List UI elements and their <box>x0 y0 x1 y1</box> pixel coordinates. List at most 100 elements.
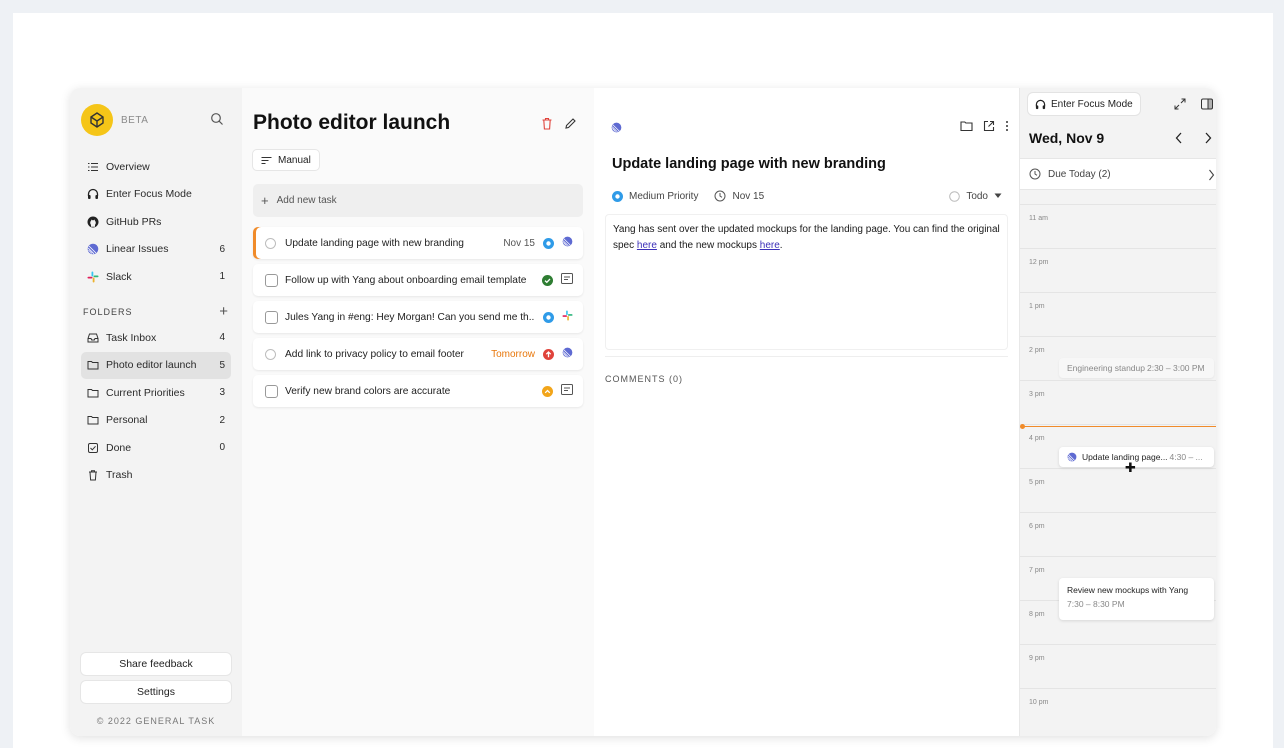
chevron-left-icon[interactable] <box>1175 131 1183 149</box>
hour-slot[interactable]: 10 pm <box>1020 688 1216 732</box>
due-today-button[interactable]: Due Today (2) <box>1020 158 1216 190</box>
task-title: Verify new brand colors are accurate <box>285 385 451 397</box>
hour-slot[interactable]: 12 pm <box>1020 248 1216 292</box>
focus-mode-label: Enter Focus Mode <box>1051 98 1133 110</box>
calendar-date: Wed, Nov 9 <box>1029 130 1105 146</box>
more-options-icon[interactable] <box>1005 119 1009 137</box>
search-icon[interactable] <box>210 112 226 128</box>
add-folder-icon[interactable]: + <box>219 304 229 319</box>
delete-folder-icon[interactable] <box>541 117 553 135</box>
sidebar-item-slack[interactable]: Slack 1 <box>81 263 231 291</box>
current-time-indicator <box>1022 426 1216 427</box>
sidebar-item-label: Photo editor launch <box>106 359 197 372</box>
hour-label: 2 pm <box>1029 347 1045 354</box>
calendar-event-update-landing-page[interactable]: Update landing page... 4:30 – ... <box>1059 447 1214 467</box>
hour-label: 9 pm <box>1029 655 1045 662</box>
checkbox-icon <box>87 442 99 454</box>
medium-priority-icon[interactable] <box>543 311 554 323</box>
calendar-event-review-mockups[interactable]: Review new mockups with Yang 7:30 – 8:30… <box>1059 578 1214 620</box>
due-date-selector[interactable]: Nov 15 <box>714 190 764 202</box>
task-title: Jules Yang in #eng: Hey Morgan! Can you … <box>285 311 535 323</box>
comments-header: COMMENTS (0) <box>605 374 683 384</box>
event-time: 4:30 – ... <box>1169 452 1203 462</box>
sidebar: BETA Overview Enter Focus Mode GitHub PR… <box>70 88 242 736</box>
toggle-panel-icon[interactable] <box>1201 97 1213 115</box>
sort-dropdown[interactable]: Manual <box>252 149 320 171</box>
hour-slot[interactable]: 5 pm <box>1020 468 1216 512</box>
clock-icon <box>1029 168 1041 180</box>
app-logo-icon[interactable] <box>81 104 113 136</box>
move-to-folder-icon[interactable] <box>960 119 973 137</box>
task-checkbox[interactable] <box>265 348 276 360</box>
hour-slot[interactable]: 6 pm <box>1020 512 1216 556</box>
calendar-panel: Enter Focus Mode Wed, Nov 9 Due Today (2… <box>1019 88 1216 736</box>
task-row[interactable]: Add link to privacy policy to email foot… <box>253 338 583 370</box>
open-external-icon[interactable] <box>983 119 995 137</box>
task-due-date: Nov 15 <box>503 237 535 249</box>
chevron-right-icon[interactable] <box>1204 131 1212 149</box>
task-title: Update landing page with new branding <box>285 237 464 249</box>
description-text: . <box>779 240 783 251</box>
linear-icon[interactable] <box>611 120 622 138</box>
task-row[interactable]: Follow up with Yang about onboarding ema… <box>253 264 583 296</box>
task-due-date: Tomorrow <box>491 348 535 360</box>
task-row[interactable]: Update landing page with new branding No… <box>253 227 583 259</box>
status-dropdown[interactable]: Todo <box>949 191 1002 202</box>
sidebar-item-overview[interactable]: Overview <box>81 153 231 181</box>
task-detail-panel: Update landing page with new branding Me… <box>594 88 1019 736</box>
spec-link[interactable]: here <box>637 240 657 251</box>
status-label: Todo <box>966 190 988 202</box>
event-title: Engineering standup <box>1067 363 1145 373</box>
urgent-priority-icon[interactable] <box>543 348 554 360</box>
folder-icon <box>87 414 99 426</box>
github-icon <box>87 216 99 228</box>
sidebar-item-label: Done <box>106 441 132 454</box>
sidebar-item-linear-issues[interactable]: Linear Issues 6 <box>81 236 231 264</box>
add-task-input[interactable]: + Add new task <box>253 184 583 217</box>
hour-slot[interactable]: 3 pm <box>1020 380 1216 424</box>
sidebar-item-label: Task Inbox <box>106 331 157 344</box>
sidebar-item-done[interactable]: Done 0 <box>81 434 231 462</box>
task-detail-title[interactable]: Update landing page with new branding <box>612 156 886 172</box>
task-meta: Medium Priority Nov 15 Todo <box>612 190 1002 202</box>
task-checkbox[interactable] <box>265 237 276 249</box>
task-checkbox[interactable] <box>265 310 278 324</box>
linear-icon <box>87 243 99 255</box>
task-row[interactable]: Jules Yang in #eng: Hey Morgan! Can you … <box>253 301 583 333</box>
task-description[interactable]: Yang has sent over the updated mockups f… <box>605 214 1008 350</box>
hour-label: 1 pm <box>1029 303 1045 310</box>
sidebar-item-personal[interactable]: Personal 2 <box>81 407 231 435</box>
task-checkbox[interactable] <box>265 384 278 398</box>
mockups-link[interactable]: here <box>760 240 780 251</box>
sidebar-item-label: Current Priorities <box>106 386 185 399</box>
sidebar-item-github-prs[interactable]: GitHub PRs <box>81 208 231 236</box>
sidebar-item-trash[interactable]: Trash <box>81 462 231 490</box>
edit-icon[interactable] <box>564 117 577 135</box>
task-row[interactable]: Verify new brand colors are accurate <box>253 375 583 407</box>
sidebar-item-label: Enter Focus Mode <box>106 188 192 201</box>
task-checkbox[interactable] <box>265 273 278 287</box>
chevron-right-icon <box>1208 169 1215 184</box>
priority-selector[interactable]: Medium Priority <box>612 190 699 202</box>
priority-label: Medium Priority <box>629 190 699 202</box>
headphones-icon <box>87 188 99 200</box>
sidebar-item-task-inbox[interactable]: Task Inbox 4 <box>81 324 231 352</box>
email-icon <box>561 273 573 287</box>
hour-slot[interactable]: 1 pm <box>1020 292 1216 336</box>
high-priority-icon[interactable] <box>542 385 553 397</box>
expand-icon[interactable] <box>1174 97 1186 115</box>
sidebar-item-focus-mode[interactable]: Enter Focus Mode <box>81 181 231 209</box>
calendar-event-engineering-standup[interactable]: Engineering standup 2:30 – 3:00 PM <box>1059 358 1214 378</box>
sidebar-item-current-priorities[interactable]: Current Priorities 3 <box>81 379 231 407</box>
medium-priority-icon[interactable] <box>543 237 554 249</box>
share-feedback-button[interactable]: Share feedback <box>81 653 231 675</box>
hour-label: 7 pm <box>1029 567 1045 574</box>
enter-focus-mode-button[interactable]: Enter Focus Mode <box>1028 93 1140 115</box>
inbox-icon <box>87 332 99 344</box>
hour-slot[interactable]: 11 am <box>1020 204 1216 248</box>
settings-button[interactable]: Settings <box>81 681 231 703</box>
detail-actions <box>960 119 1009 137</box>
done-priority-icon[interactable] <box>542 274 553 286</box>
hour-slot[interactable]: 9 pm <box>1020 644 1216 688</box>
sidebar-item-photo-editor-launch[interactable]: Photo editor launch 5 <box>81 351 231 379</box>
